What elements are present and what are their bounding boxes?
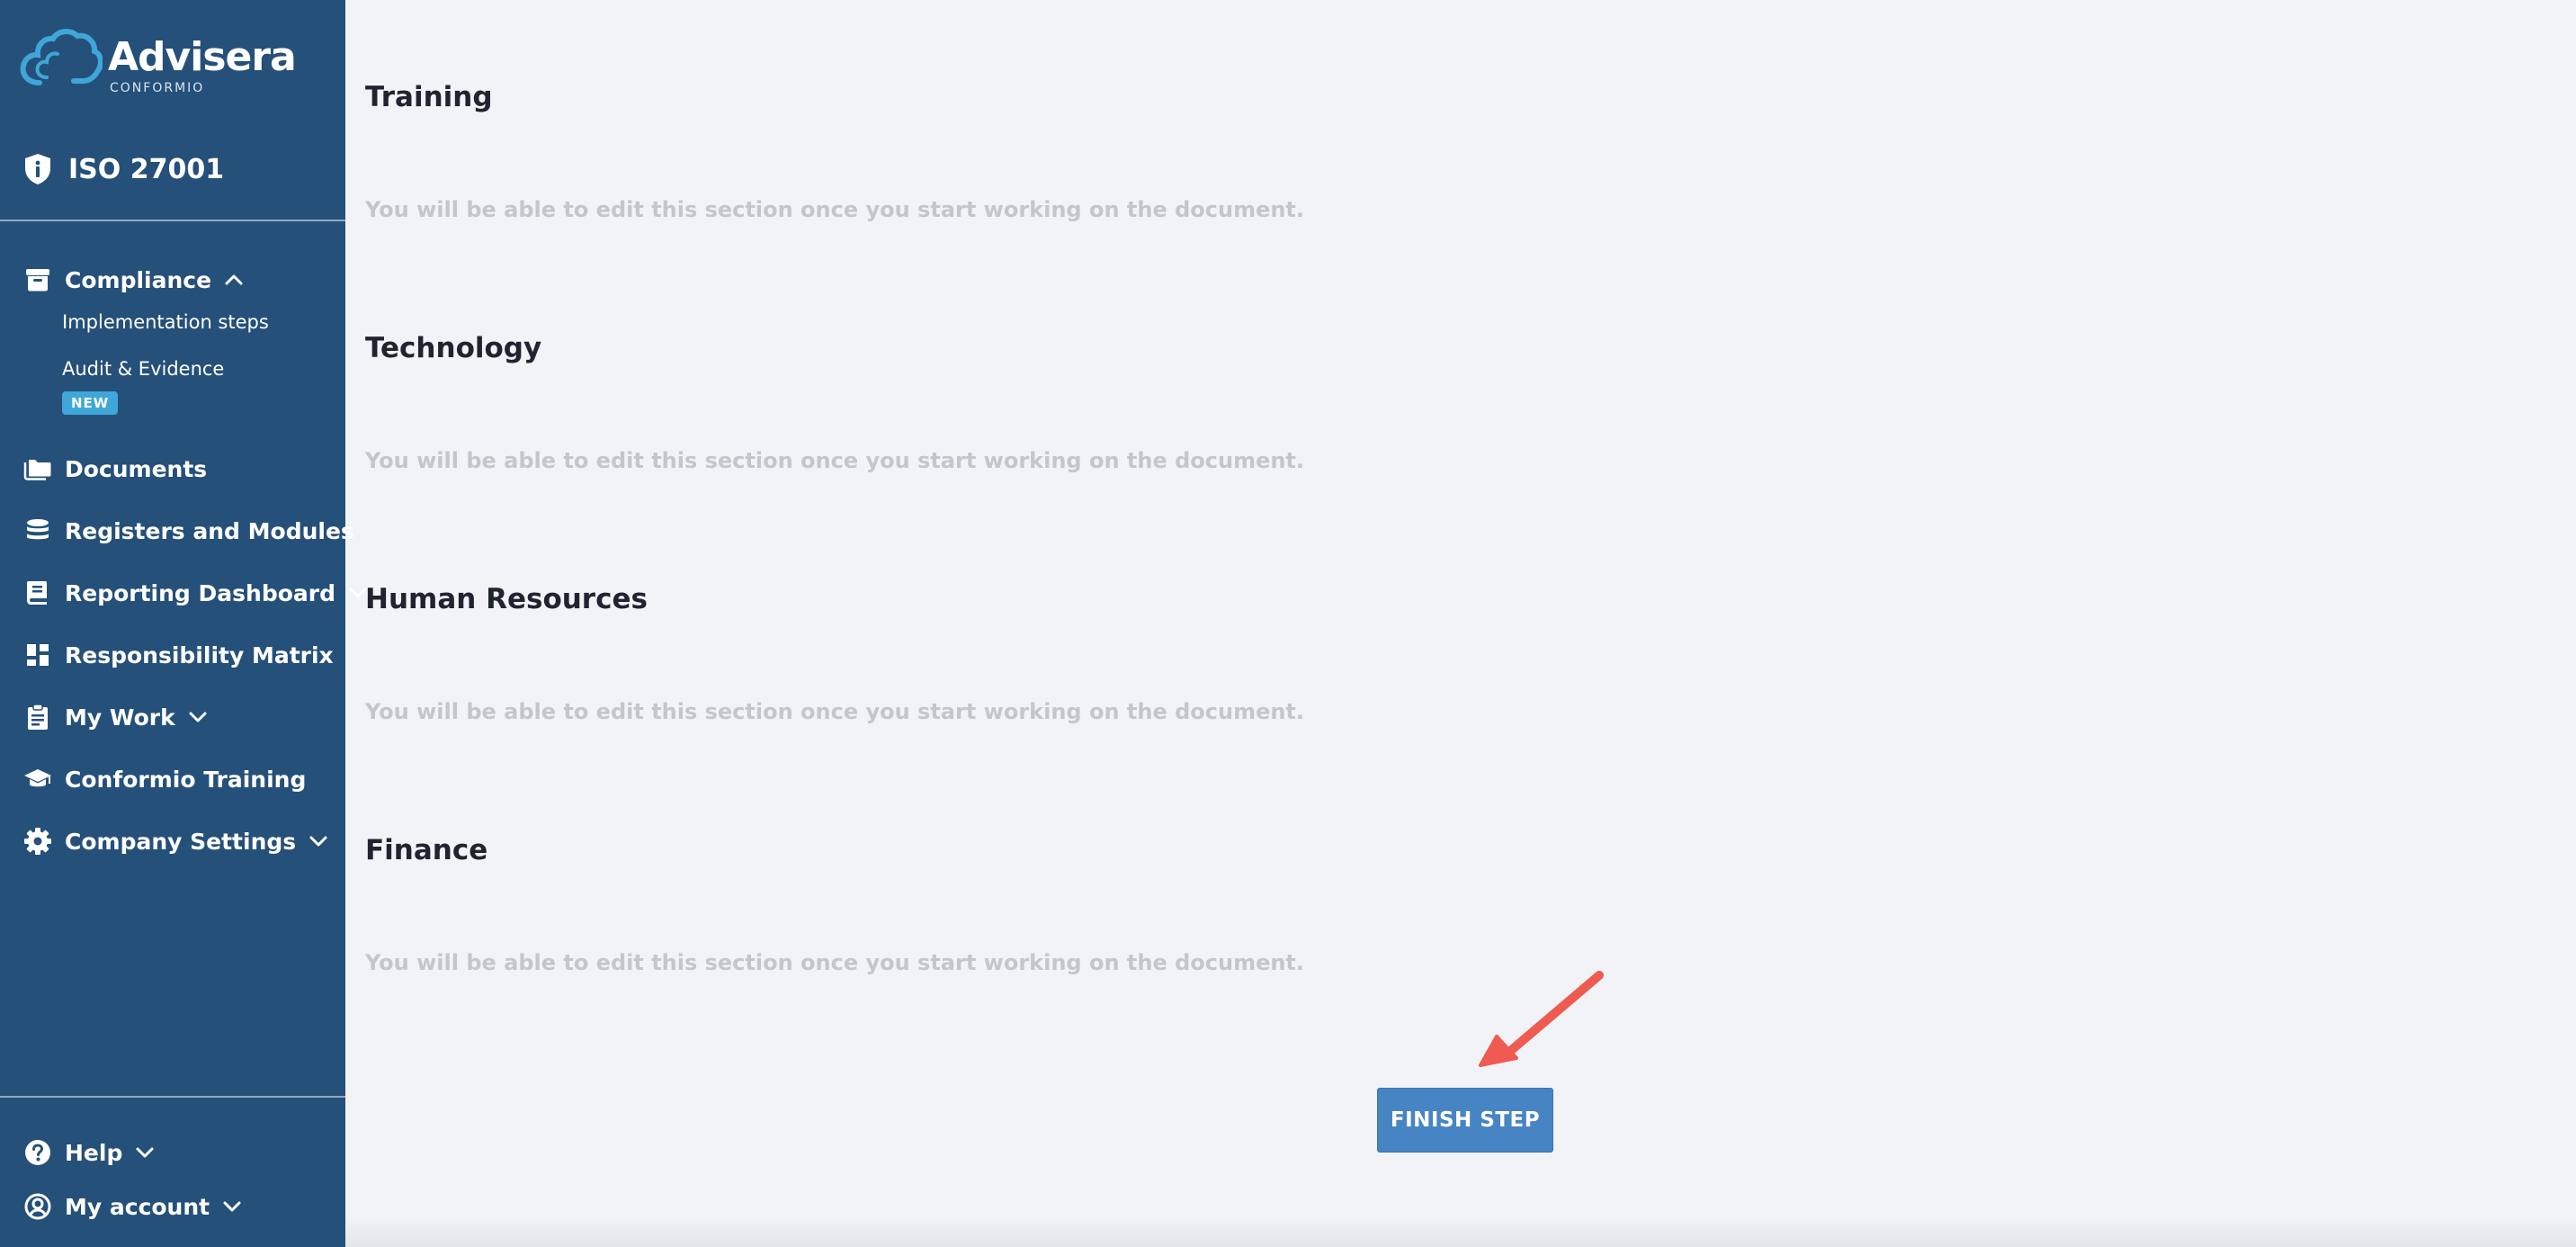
archive-icon	[26, 269, 49, 292]
chevron-down-icon	[136, 1147, 154, 1158]
nav-reporting-dashboard-label: Reporting Dashboard	[65, 579, 335, 606]
sidebar: Advisera CONFORMIO ISO 27001 Compliance	[0, 0, 367, 1247]
nav-my-work[interactable]: My Work	[23, 699, 208, 735]
clipboard-icon	[28, 704, 48, 730]
nav-help[interactable]: Help	[23, 1135, 155, 1171]
nav-conformio-training[interactable]: Conformio Training	[23, 761, 306, 797]
gear-icon	[24, 828, 51, 855]
main-content: Training You will be able to edit this s…	[345, 0, 2576, 1247]
nav-conformio-training-label: Conformio Training	[65, 766, 307, 793]
nav-my-work-label: My Work	[65, 704, 175, 731]
section-title-training: Training	[365, 81, 493, 113]
sub-audit-evidence[interactable]: Audit & Evidence	[62, 358, 224, 380]
nav-help-label: Help	[65, 1139, 123, 1166]
finish-step-button[interactable]: FINISH STEP	[1377, 1088, 1553, 1153]
brand-product-line: CONFORMIO	[110, 81, 205, 95]
sidebar-divider	[0, 220, 345, 221]
database-icon	[27, 519, 49, 540]
chevron-down-icon	[223, 1201, 241, 1212]
nav-responsibility-matrix[interactable]: Responsibility Matrix	[23, 637, 334, 673]
new-badge: NEW	[62, 391, 119, 415]
chevron-up-icon	[225, 274, 243, 285]
graduation-cap-icon	[24, 769, 51, 787]
scroll-shadow	[345, 1216, 2576, 1247]
question-icon	[25, 1140, 50, 1165]
report-icon	[27, 581, 47, 605]
nav-registers-modules-label: Registers and Modules	[65, 517, 354, 544]
nav-documents[interactable]: Documents	[23, 451, 207, 487]
chevron-down-icon	[189, 712, 207, 722]
nav-documents-label: Documents	[65, 455, 208, 482]
product-label: ISO 27001	[68, 153, 225, 185]
section-title-finance: Finance	[365, 834, 488, 866]
product-selector[interactable]: ISO 27001	[23, 149, 224, 189]
nav-registers-modules[interactable]: Registers and Modules	[23, 513, 354, 549]
nav-my-account[interactable]: My account	[23, 1189, 242, 1225]
section-note-human-resources: You will be able to edit this section on…	[365, 699, 1305, 724]
section-note-training: You will be able to edit this section on…	[365, 197, 1305, 222]
cloud-logo-icon	[20, 29, 103, 85]
nav-compliance[interactable]: Compliance	[23, 262, 244, 298]
nav-company-settings[interactable]: Company Settings	[23, 823, 328, 859]
dashboard-grid-icon	[27, 644, 49, 666]
logo[interactable]: Advisera CONFORMIO	[20, 27, 317, 99]
user-circle-icon	[24, 1193, 51, 1220]
chevron-down-icon	[309, 836, 327, 847]
section-note-finance: You will be able to edit this section on…	[365, 950, 1305, 975]
nav-my-account-label: My account	[65, 1193, 210, 1220]
section-title-human-resources: Human Resources	[365, 583, 648, 615]
shield-info-icon	[25, 154, 50, 184]
nav-responsibility-matrix-label: Responsibility Matrix	[65, 641, 334, 668]
sub-implementation-steps[interactable]: Implementation steps	[62, 311, 269, 333]
sidebar-divider	[0, 1096, 345, 1098]
app-root: Advisera CONFORMIO ISO 27001 Compliance	[0, 0, 2576, 1247]
nav-compliance-label: Compliance	[65, 266, 212, 293]
nav-company-settings-label: Company Settings	[65, 828, 297, 855]
brand-name: Advisera	[108, 34, 297, 80]
annotation-arrow-icon	[1479, 971, 1604, 1067]
folder-icon	[23, 460, 51, 480]
nav-reporting-dashboard[interactable]: Reporting Dashboard	[23, 575, 368, 611]
section-title-technology: Technology	[365, 332, 542, 364]
section-note-technology: You will be able to edit this section on…	[365, 448, 1305, 473]
